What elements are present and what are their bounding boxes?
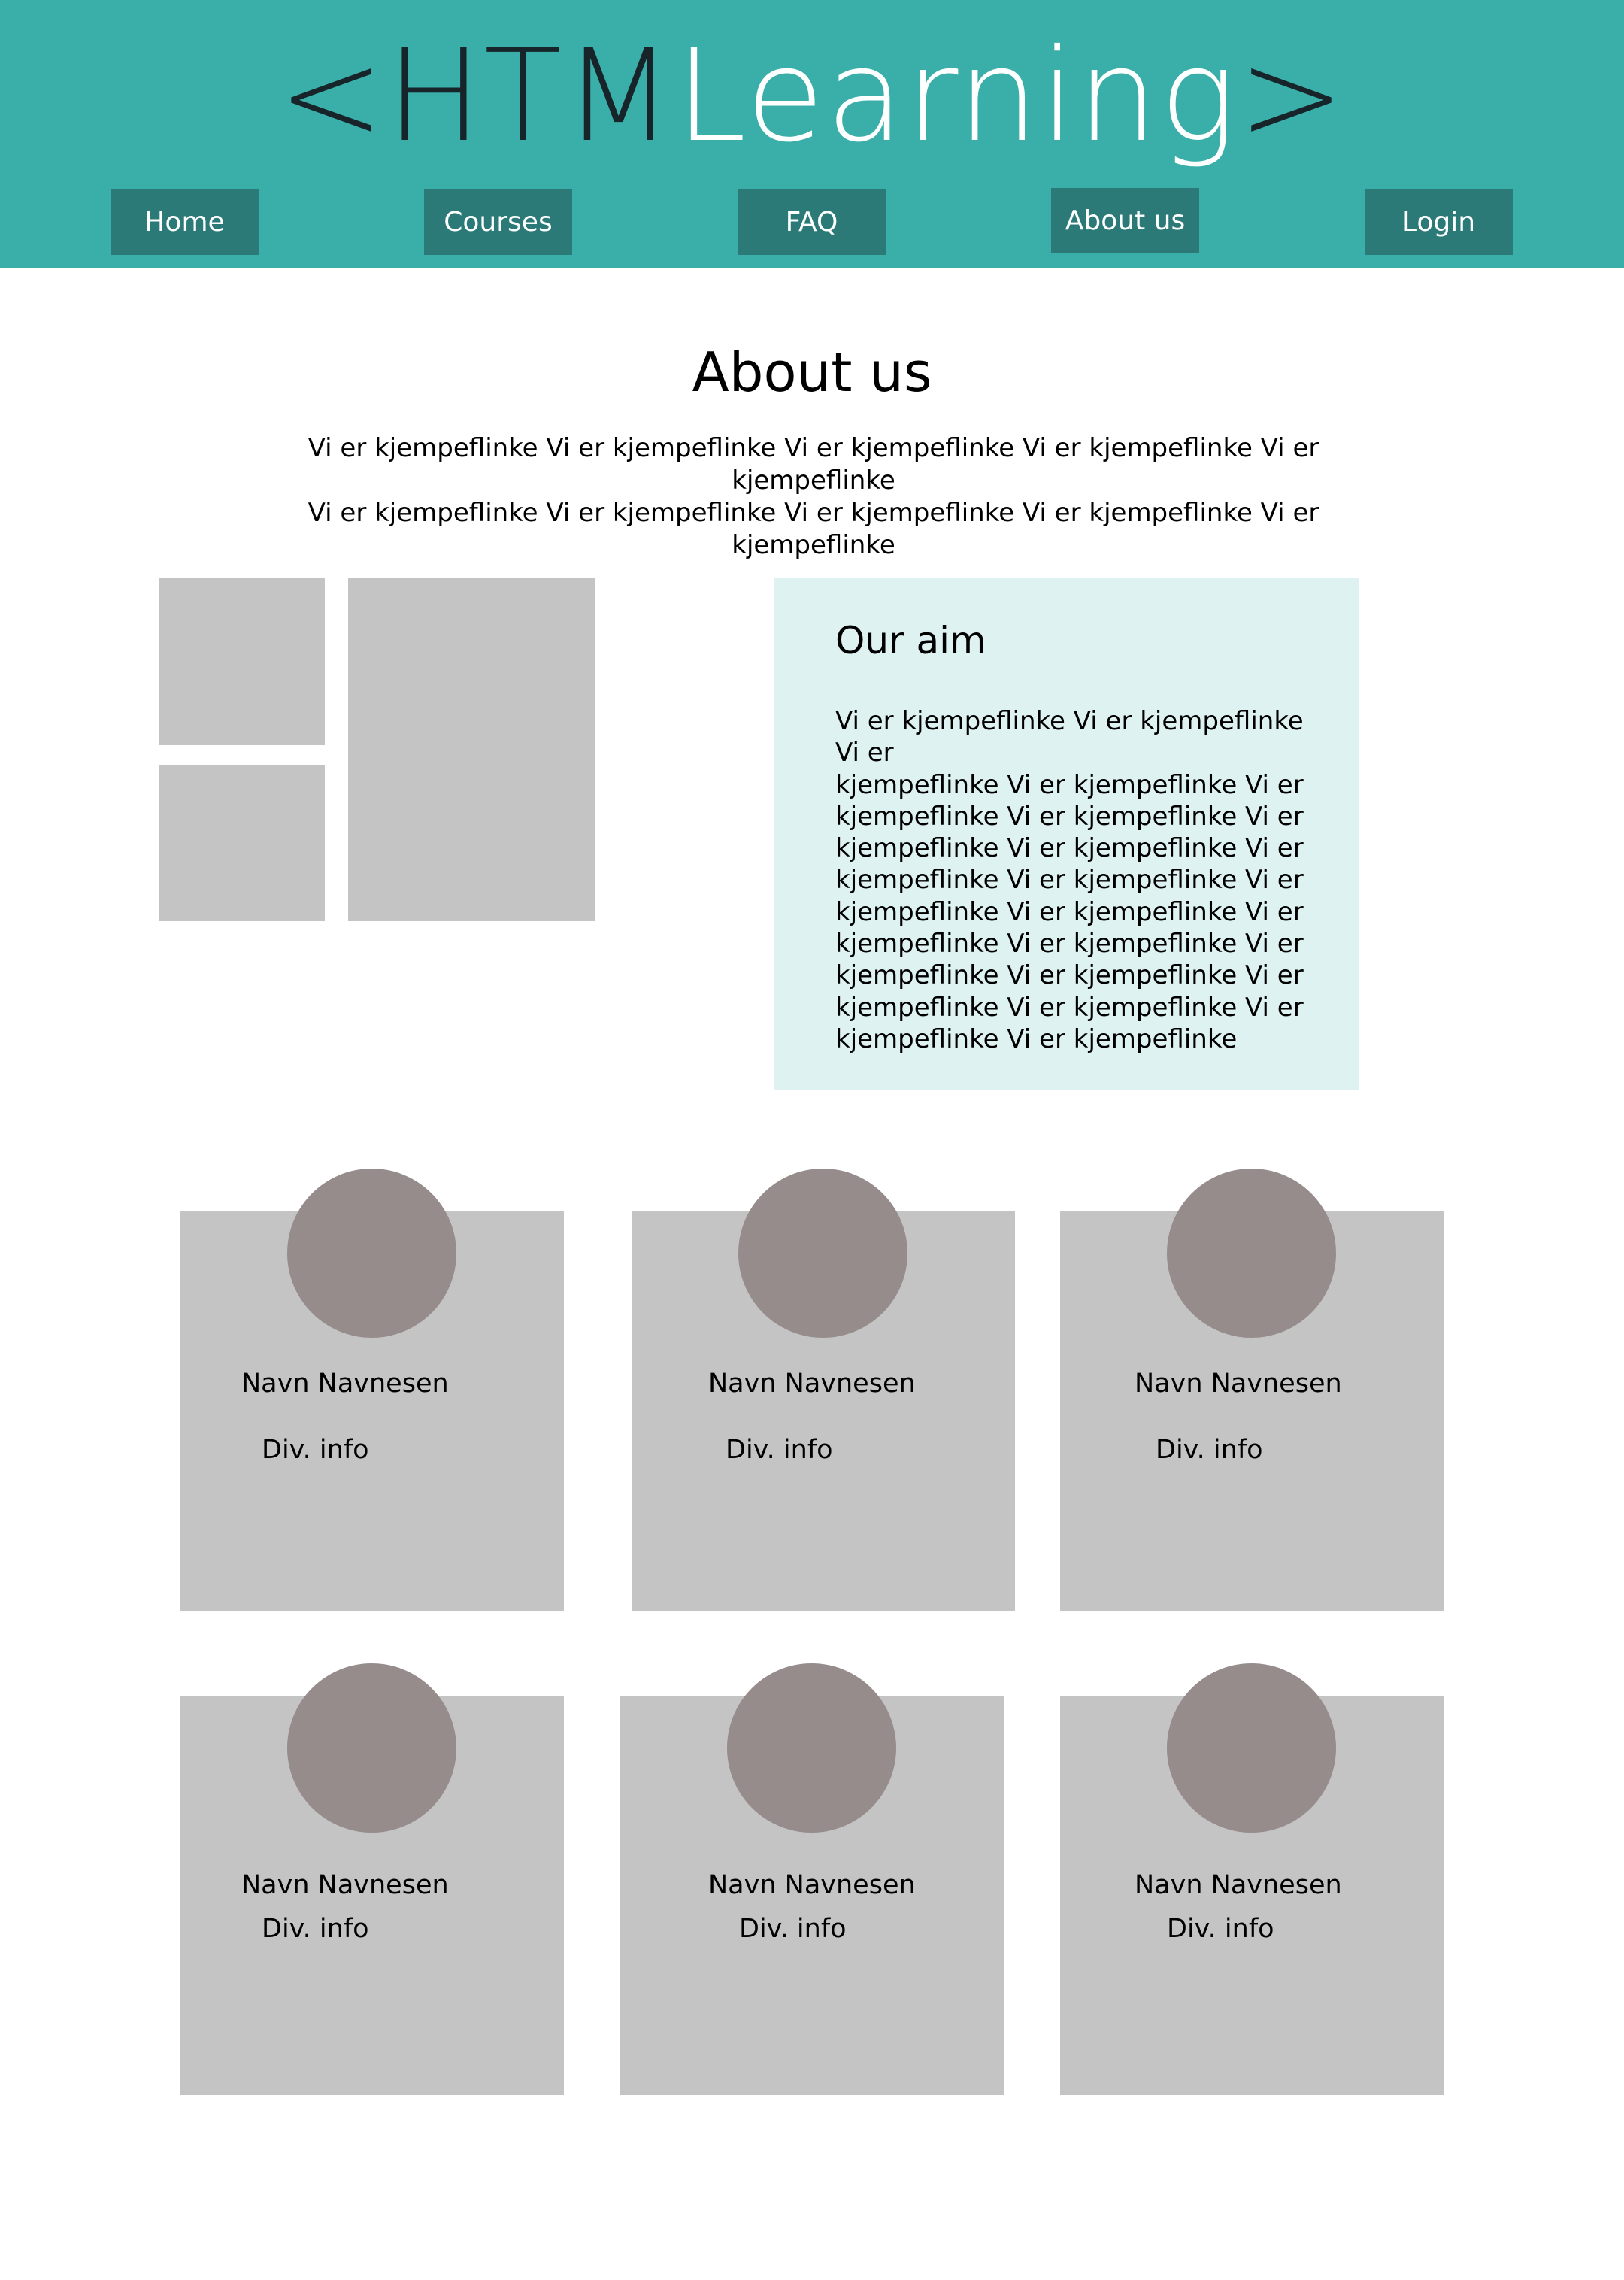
image-placeholder-large xyxy=(348,578,595,921)
team-member-name: Navn Navnesen xyxy=(708,1369,916,1399)
nav-home-button[interactable]: Home xyxy=(111,189,259,255)
avatar xyxy=(287,1169,456,1338)
team-member-name: Navn Navnesen xyxy=(1135,1369,1342,1399)
team-member-name: Navn Navnesen xyxy=(708,1870,916,1900)
team-member-info: Div. info xyxy=(726,1435,833,1465)
aim-line: kjempeflinke Vi er kjempeflinke Vi er xyxy=(835,992,1304,1023)
our-aim-title: Our aim xyxy=(835,619,986,662)
team-member-info: Div. info xyxy=(1156,1435,1263,1465)
logo-part-light: Learning xyxy=(675,22,1238,171)
logo-open-bracket: < xyxy=(277,22,386,171)
nav-login-button[interactable]: Login xyxy=(1365,189,1513,255)
team-member-name: Navn Navnesen xyxy=(241,1870,449,1900)
image-placeholder-small-bottom xyxy=(159,765,325,921)
nav-courses-button[interactable]: Courses xyxy=(424,189,572,255)
page-title: About us xyxy=(692,341,932,404)
team-member-info: Div. info xyxy=(739,1914,847,1944)
nav-about-button[interactable]: About us xyxy=(1051,188,1199,253)
team-member-name: Navn Navnesen xyxy=(1135,1870,1342,1900)
aim-line: kjempeflinke Vi er kjempeflinke xyxy=(835,1023,1238,1054)
site-header: <HTMLearning> Home Courses FAQ About us … xyxy=(0,0,1624,268)
avatar xyxy=(738,1169,907,1338)
our-aim-box: Our aim Vi er kjempeflinke Vi er kjempef… xyxy=(774,578,1359,1090)
team-member-info: Div. info xyxy=(262,1435,369,1465)
team-member-info: Div. info xyxy=(262,1914,369,1944)
site-logo[interactable]: <HTMLearning> xyxy=(0,29,1624,164)
aim-line: kjempeflinke Vi er kjempeflinke Vi er xyxy=(835,769,1304,800)
aim-line: kjempeflinke Vi er kjempeflinke Vi er xyxy=(835,865,1304,896)
aim-line: Vi er kjempeflinke Vi er kjempeflinke Vi… xyxy=(835,706,1304,769)
aim-line: kjempeflinke Vi er kjempeflinke Vi er xyxy=(835,833,1304,864)
logo-part-dark: HTM xyxy=(386,22,676,171)
intro-line: Vi er kjempeflinke Vi er kjempeflinke Vi… xyxy=(308,433,1320,496)
logo-close-bracket: > xyxy=(1238,22,1347,171)
aim-line: kjempeflinke Vi er kjempeflinke Vi er xyxy=(835,896,1304,927)
team-member-name: Navn Navnesen xyxy=(241,1369,449,1399)
aim-line: kjempeflinke Vi er kjempeflinke Vi er xyxy=(835,960,1304,991)
avatar xyxy=(1167,1663,1336,1833)
intro-line: Vi er kjempeflinke Vi er kjempeflinke Vi… xyxy=(308,498,1320,560)
team-member-info: Div. info xyxy=(1167,1914,1274,1944)
avatar xyxy=(1167,1169,1336,1338)
our-aim-text: Vi er kjempeflinke Vi er kjempeflinke Vi… xyxy=(835,705,1332,1055)
intro-text: Vi er kjempeflinke Vi er kjempeflinke Vi… xyxy=(265,432,1362,562)
aim-line: kjempeflinke Vi er kjempeflinke Vi er xyxy=(835,801,1304,832)
image-placeholder-small-top xyxy=(159,578,325,745)
avatar xyxy=(727,1663,896,1833)
aim-line: kjempeflinke Vi er kjempeflinke Vi er xyxy=(835,929,1304,960)
nav-faq-button[interactable]: FAQ xyxy=(738,189,886,255)
avatar xyxy=(287,1663,456,1833)
